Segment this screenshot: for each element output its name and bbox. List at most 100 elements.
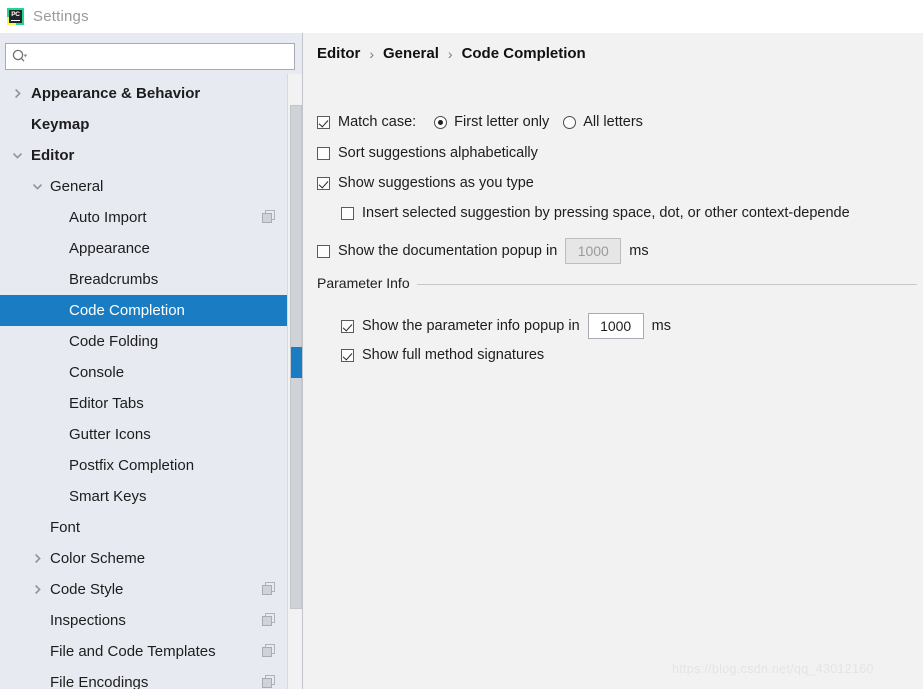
sidebar-item-label: Code Style: [50, 581, 124, 598]
sidebar-item-label: File and Code Templates: [50, 643, 216, 660]
sidebar-item-auto-import[interactable]: Auto Import: [0, 202, 288, 233]
show-as-you-type-checkbox[interactable]: [317, 176, 330, 190]
copy-settings-icon[interactable]: [262, 210, 276, 224]
sidebar-item-label: Smart Keys: [69, 488, 147, 505]
sort-alphabetically-label: Sort suggestions alphabetically: [338, 145, 538, 161]
doc-popup-label: Show the documentation popup in: [338, 243, 558, 259]
copy-settings-icon[interactable]: [262, 675, 276, 689]
sidebar-item-appearance[interactable]: Appearance: [0, 233, 288, 264]
copy-settings-icon[interactable]: [262, 613, 276, 627]
breadcrumb-part-code-completion: Code Completion: [461, 45, 586, 62]
sidebar-item-smart-keys[interactable]: Smart Keys: [0, 481, 288, 512]
sidebar-item-color-scheme[interactable]: Color Scheme: [0, 543, 288, 574]
sidebar-item-label: Breadcrumbs: [69, 271, 159, 288]
chevron-right-icon[interactable]: [32, 553, 43, 564]
doc-popup-delay-input[interactable]: [565, 238, 622, 264]
sidebar-item-label: Appearance: [69, 240, 150, 257]
parameter-info-group: Parameter Info Show the parameter info p…: [317, 275, 917, 375]
insert-selected-suggestion-checkbox[interactable]: [341, 206, 354, 220]
sidebar-item-gutter-icons[interactable]: Gutter Icons: [0, 419, 288, 450]
sort-alphabetically-checkbox[interactable]: [317, 146, 330, 160]
doc-popup-row[interactable]: Show the documentation popup in ms: [317, 238, 649, 264]
sidebar-item-label: Code Folding: [69, 333, 159, 350]
full-method-signatures-checkbox[interactable]: [341, 348, 354, 362]
sidebar-item-label: Appearance & Behavior: [31, 85, 201, 102]
match-case-checkbox[interactable]: [317, 115, 330, 129]
sidebar-item-general[interactable]: General: [0, 171, 288, 202]
copy-settings-icon[interactable]: [262, 644, 276, 658]
chevron-down-icon[interactable]: [32, 181, 43, 192]
full-method-signatures-label: Show full method signatures: [362, 347, 545, 363]
sidebar-item-keymap[interactable]: Keymap: [0, 109, 288, 140]
sidebar-item-code-folding[interactable]: Code Folding: [0, 326, 288, 357]
sidebar-item-font[interactable]: Font: [0, 512, 288, 543]
sidebar-item-label: Gutter Icons: [69, 426, 151, 443]
sidebar-item-label: Editor: [31, 147, 75, 164]
match-case-row: Match case: First letter only All letter…: [317, 114, 643, 130]
sidebar-item-file-and-code-templates[interactable]: File and Code Templates: [0, 636, 288, 667]
match-case-label: Match case:: [338, 114, 417, 130]
search-input[interactable]: [5, 43, 295, 70]
parameter-info-divider: [417, 284, 917, 285]
radio-first-letter-only-label: First letter only: [454, 114, 550, 130]
sidebar-item-label: Postfix Completion: [69, 457, 195, 474]
match-case-radio-first[interactable]: First letter only: [434, 114, 549, 130]
chevron-right-icon[interactable]: [32, 584, 43, 595]
parameter-info-popup-row[interactable]: Show the parameter info popup in ms: [341, 313, 671, 339]
match-case-radio-all[interactable]: All letters: [563, 114, 643, 130]
parameter-info-delay-input[interactable]: [587, 313, 644, 339]
sidebar-item-label: Inspections: [50, 612, 126, 629]
sidebar-item-label: General: [50, 178, 104, 195]
settings-main-panel: Editor › General › Code Completion Match…: [304, 33, 923, 689]
show-as-you-type-row[interactable]: Show suggestions as you type: [317, 175, 534, 191]
search-field-wrapper[interactable]: [5, 43, 295, 70]
parameter-info-popup-checkbox[interactable]: [341, 319, 354, 333]
chevron-right-icon[interactable]: [12, 88, 23, 99]
sidebar-item-code-style[interactable]: Code Style: [0, 574, 288, 605]
watermark: https://blog.csdn.net/qq_43012160: [672, 662, 874, 676]
breadcrumb-part-general[interactable]: General: [383, 45, 439, 62]
insert-selected-suggestion-row[interactable]: Insert selected suggestion by pressing s…: [341, 205, 850, 221]
settings-tree[interactable]: Appearance & Behavior Keymap Editor General…: [0, 78, 288, 689]
sidebar-item-postfix-completion[interactable]: Postfix Completion: [0, 450, 288, 481]
sidebar-item-editor[interactable]: Editor: [0, 140, 288, 171]
sidebar-item-label: Keymap: [31, 116, 90, 133]
sidebar-item-label: Console: [69, 364, 125, 381]
sidebar-item-label: Editor Tabs: [69, 395, 144, 412]
window-title: Settings: [33, 8, 89, 25]
sidebar-scrollbar-track[interactable]: [287, 74, 302, 689]
sidebar-item-breadcrumbs[interactable]: Breadcrumbs: [0, 264, 288, 295]
app-icon-label: PC: [11, 11, 20, 19]
sidebar-item-console[interactable]: Console: [0, 357, 288, 388]
sidebar-item-editor-tabs[interactable]: Editor Tabs: [0, 388, 288, 419]
sidebar-item-file-encodings[interactable]: File Encodings: [0, 667, 288, 689]
sidebar-item-label: Font: [50, 519, 81, 536]
show-as-you-type-label: Show suggestions as you type: [338, 175, 534, 191]
sidebar-item-label: Auto Import: [69, 209, 147, 226]
doc-popup-unit: ms: [629, 243, 649, 259]
sidebar-scrollbar-thumb[interactable]: [290, 105, 302, 609]
sidebar-item-label: File Encodings: [50, 674, 149, 689]
breadcrumb-separator-2: ›: [447, 45, 453, 62]
sidebar-item-inspections[interactable]: Inspections: [0, 605, 288, 636]
sidebar-item-code-completion[interactable]: Code Completion: [0, 295, 288, 326]
sidebar-item-appearance-behavior[interactable]: Appearance & Behavior: [0, 78, 288, 109]
radio-all-letters-label: All letters: [583, 114, 643, 130]
settings-sidebar: Appearance & Behavior Keymap Editor General…: [0, 33, 303, 689]
parameter-info-popup-unit: ms: [651, 318, 671, 334]
doc-popup-checkbox[interactable]: [317, 244, 330, 258]
full-method-signatures-row[interactable]: Show full method signatures: [341, 347, 544, 363]
scrollbar-selection-marker: [291, 347, 302, 378]
breadcrumb-part-editor[interactable]: Editor: [317, 45, 360, 62]
radio-all-letters[interactable]: [563, 115, 577, 129]
copy-settings-icon[interactable]: [262, 582, 276, 596]
radio-first-letter-only[interactable]: [434, 115, 448, 129]
sidebar-item-label: Color Scheme: [50, 550, 146, 567]
window-titlebar: PC Settings: [0, 0, 923, 33]
insert-selected-suggestion-label: Insert selected suggestion by pressing s…: [362, 205, 850, 221]
parameter-info-popup-label: Show the parameter info popup in: [362, 318, 580, 334]
parameter-info-legend: Parameter Info: [317, 275, 417, 291]
breadcrumb: Editor › General › Code Completion: [317, 45, 586, 62]
sort-alphabetically-row[interactable]: Sort suggestions alphabetically: [317, 145, 538, 161]
chevron-down-icon[interactable]: [12, 150, 23, 161]
